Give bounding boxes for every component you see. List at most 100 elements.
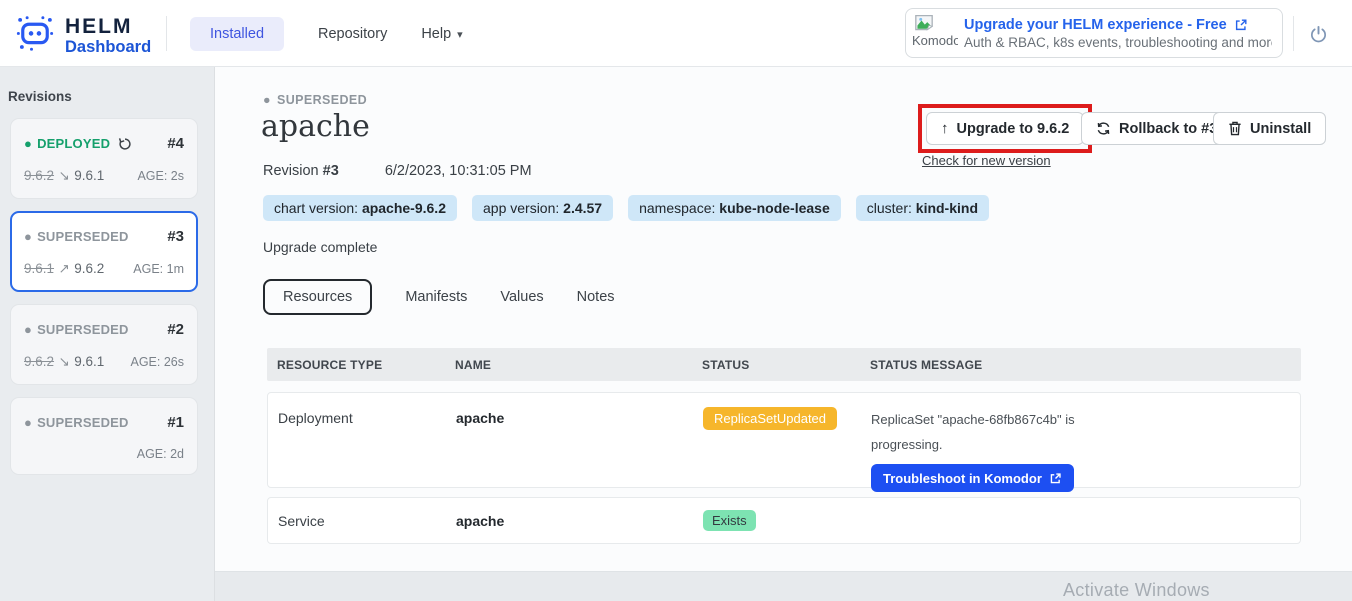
broken-image-placeholder: Komodor: [912, 12, 958, 54]
release-status-badge: ● SUPERSEDED: [263, 93, 367, 107]
uninstall-button[interactable]: Uninstall: [1213, 112, 1326, 145]
revision-card-1[interactable]: ● SUPERSEDED #1 AGE: 2d: [10, 397, 198, 475]
revision-card-2[interactable]: ● SUPERSEDED #2 9.6.2 ↘ 9.6.1 AGE: 26s: [10, 304, 198, 385]
chip-cluster: cluster: kind-kind: [856, 195, 989, 221]
external-link-icon: [1234, 18, 1248, 32]
helm-logo-icon: [14, 12, 56, 59]
revision-status: ● SUPERSEDED: [24, 415, 129, 430]
status-dot-icon: ●: [263, 93, 271, 107]
top-bar: HELM Dashboard Installed Repository Help…: [0, 0, 1352, 67]
tab-notes[interactable]: Notes: [577, 289, 615, 305]
main-nav: Installed Repository Help▾: [190, 0, 463, 67]
header-divider-right: [1293, 16, 1294, 51]
resource-name: apache: [456, 407, 703, 487]
chip-chart-version: chart version: apache-9.6.2: [263, 195, 457, 221]
tab-resources[interactable]: Resources: [263, 279, 372, 315]
shutdown-button[interactable]: [1305, 21, 1331, 47]
revision-card-3-selected[interactable]: ● SUPERSEDED #3 9.6.1 ↗ 9.6.2 AGE: 1m: [10, 211, 198, 292]
sidebar-title: Revisions: [8, 89, 214, 104]
komodor-promo-banner[interactable]: Komodor Upgrade your HELM experience - F…: [905, 8, 1283, 58]
revision-status: ● SUPERSEDED: [24, 229, 129, 244]
revision-versions: 9.6.2 ↘ 9.6.1: [24, 353, 104, 371]
revision-versions: 9.6.1 ↗ 9.6.2: [24, 260, 104, 278]
nav-tab-repository[interactable]: Repository: [318, 26, 387, 42]
troubleshoot-komodor-button[interactable]: Troubleshoot in Komodor: [871, 464, 1074, 492]
external-link-icon: [1049, 472, 1062, 485]
rollback-button[interactable]: Rollback to #3: [1081, 112, 1232, 145]
banner-subtitle: Auth & RBAC, k8s events, troubleshooting…: [964, 35, 1272, 50]
nav-menu-help[interactable]: Help▾: [421, 26, 462, 42]
helm-logo[interactable]: HELM Dashboard: [14, 12, 151, 59]
revision-status: ● SUPERSEDED: [24, 322, 129, 337]
revision-card-4[interactable]: ● DEPLOYED #4 9.6.2 ↘ 9.6.1 AGE: 2s: [10, 118, 198, 199]
resource-name: apache: [456, 513, 703, 529]
arrow-up-icon: ↑: [941, 120, 949, 137]
tab-values[interactable]: Values: [500, 289, 543, 305]
resources-table: RESOURCE TYPE NAME STATUS STATUS MESSAGE…: [267, 348, 1301, 544]
logo-subtitle: Dashboard: [65, 38, 151, 56]
version-direction-icon: ↗: [58, 261, 69, 276]
banner-title: Upgrade your HELM experience - Free: [964, 17, 1272, 33]
banner-image-alt-text: Komodor: [912, 33, 958, 48]
revision-age: AGE: 26s: [131, 355, 185, 369]
table-row-deployment: Deployment apache ReplicaSetUpdated Repl…: [267, 392, 1301, 488]
banner-text: Upgrade your HELM experience - Free Auth…: [964, 17, 1272, 50]
resource-status-cell: ReplicaSetUpdated: [703, 407, 871, 487]
rollback-icon: [1096, 121, 1111, 136]
chip-app-version: app version: 2.4.57: [472, 195, 613, 221]
version-direction-icon: ↘: [58, 168, 69, 183]
revision-number: #1: [167, 414, 184, 431]
col-header-resource-type: RESOURCE TYPE: [267, 358, 455, 372]
revision-number: #4: [167, 135, 184, 152]
status-message-line2: progressing.: [871, 432, 1300, 457]
revision-age: AGE: 1m: [133, 262, 184, 276]
revision-age: AGE: 2d: [137, 447, 184, 461]
status-dot-icon: ●: [24, 322, 32, 337]
check-new-version-link[interactable]: Check for new version: [922, 153, 1051, 168]
resource-type: Service: [268, 513, 456, 529]
release-status-text: Upgrade complete: [263, 239, 377, 255]
trash-icon: [1228, 121, 1242, 136]
helm-dashboard-screen: HELM Dashboard Installed Repository Help…: [0, 0, 1352, 601]
release-meta-chips: chart version: apache-9.6.2 app version:…: [263, 195, 989, 221]
detail-tabs: Resources Manifests Values Notes: [263, 279, 615, 315]
version-direction-icon: ↘: [58, 354, 69, 369]
status-badge: Exists: [703, 510, 756, 531]
resource-status-cell: Exists: [703, 510, 871, 531]
chip-namespace: namespace: kube-node-lease: [628, 195, 841, 221]
reload-icon[interactable]: [118, 137, 132, 151]
resource-type: Deployment: [268, 407, 456, 487]
chevron-down-icon: ▾: [457, 28, 463, 41]
status-dot-icon: ●: [24, 415, 32, 430]
header-divider: [166, 16, 167, 51]
logo-text: HELM Dashboard: [65, 16, 151, 56]
col-header-name: NAME: [455, 358, 702, 372]
revision-versions: 9.6.2 ↘ 9.6.1: [24, 167, 104, 185]
release-title: apache: [261, 109, 370, 144]
revision-number: #3: [167, 228, 184, 245]
upgrade-button[interactable]: ↑ Upgrade to 9.6.2: [926, 112, 1084, 145]
revision-number: #2: [167, 321, 184, 338]
status-dot-icon: ●: [24, 229, 32, 244]
status-dot-icon: ●: [24, 136, 32, 151]
revisions-sidebar: Revisions ● DEPLOYED #4 9.6.2 ↘ 9.6.1: [0, 67, 215, 601]
table-header-row: RESOURCE TYPE NAME STATUS STATUS MESSAGE: [267, 348, 1301, 381]
revision-info-line: Revision #3 6/2/2023, 10:31:05 PM: [263, 163, 532, 179]
col-header-status: STATUS: [702, 358, 870, 372]
logo-title: HELM: [65, 16, 151, 38]
tab-manifests[interactable]: Manifests: [405, 289, 467, 305]
broken-image-icon: [914, 14, 934, 32]
status-badge: ReplicaSetUpdated: [703, 407, 837, 430]
power-icon: [1309, 25, 1328, 44]
table-row-service: Service apache Exists: [267, 497, 1301, 544]
col-header-status-message: STATUS MESSAGE: [870, 358, 1301, 372]
revision-timestamp: 6/2/2023, 10:31:05 PM: [385, 163, 532, 179]
red-annotation-box: ↑ Upgrade to 9.6.2: [918, 104, 1092, 153]
revision-age: AGE: 2s: [137, 169, 184, 183]
release-detail-panel: ● SUPERSEDED apache Revision #3 6/2/2023…: [215, 67, 1352, 572]
status-message-line1: ReplicaSet "apache-68fb867c4b" is: [871, 407, 1300, 432]
revision-status: ● DEPLOYED: [24, 136, 132, 151]
activate-windows-watermark: Activate Windows: [1063, 580, 1210, 601]
status-message-cell: ReplicaSet "apache-68fb867c4b" is progre…: [871, 407, 1300, 487]
nav-tab-installed[interactable]: Installed: [190, 17, 284, 51]
